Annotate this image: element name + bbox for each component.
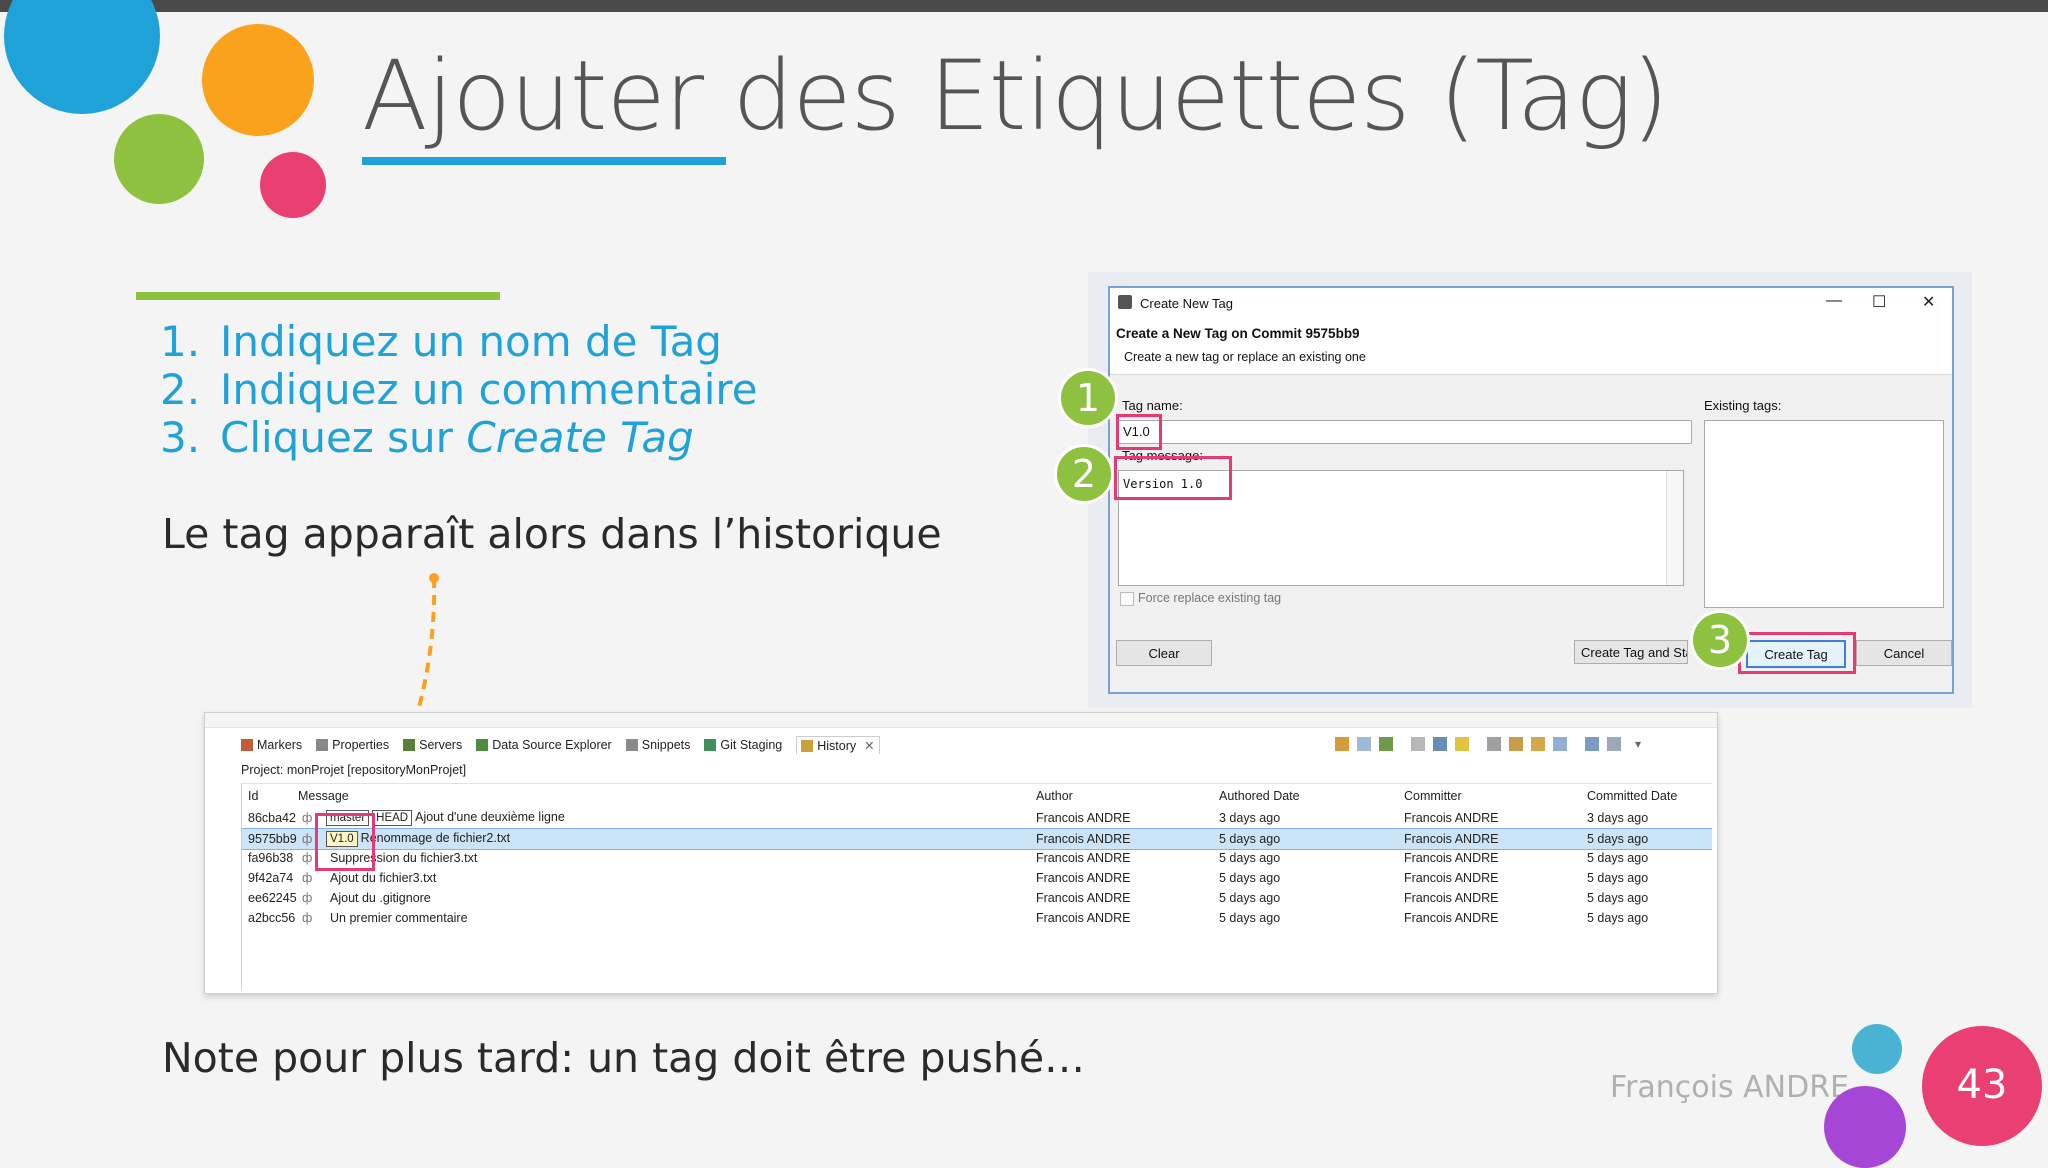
table-row[interactable]: 9575bb9 ф V1.0 Renommage de fichier2.txt … <box>242 828 1712 850</box>
force-replace-label: Force replace existing tag <box>1138 591 1282 605</box>
author-footer: François ANDRE <box>1610 1070 1850 1105</box>
snippets-icon <box>625 739 638 751</box>
history-toolbar: ▾ <box>1335 737 1641 751</box>
search-icon[interactable] <box>1433 737 1447 751</box>
step-3: 3. Cliquez sur Create Tag <box>160 413 694 462</box>
decor-circle-green <box>114 114 204 204</box>
tab-data-source-explorer[interactable]: Data Source Explorer <box>476 738 612 752</box>
horizontal-scrollbar[interactable] <box>205 713 1717 728</box>
compare-icon[interactable] <box>1379 737 1393 751</box>
page-number: 43 <box>1956 1062 2008 1108</box>
table-row[interactable]: fa96b38 ф Suppression du fichier3.txt Fr… <box>242 848 1712 868</box>
view-tab-bar: Markers Properties Servers Data Source E… <box>241 735 880 755</box>
table-row[interactable]: a2bcc56 ф Un premier commentaire Francoi… <box>242 908 1712 928</box>
slide-title: Ajouter des Etiquettes (Tag) <box>362 40 1669 152</box>
col-message[interactable]: Message <box>298 789 349 803</box>
col-author[interactable]: Author <box>1036 789 1073 803</box>
refresh-icon[interactable] <box>1411 737 1425 751</box>
table-row[interactable]: 86cba42 ф master HEAD Ajout d'une deuxième… <box>242 808 1712 828</box>
git-staging-icon <box>704 739 717 751</box>
dialog-heading: Create a New Tag on Commit 9575bb9 <box>1116 326 1360 341</box>
history-panel: Markers Properties Servers Data Source E… <box>204 712 1718 994</box>
highlight-tag-message <box>1114 456 1232 500</box>
force-replace-checkbox[interactable] <box>1120 592 1134 606</box>
section-divider <box>136 292 500 300</box>
highlight-tag-in-history <box>315 813 375 871</box>
layout-icon[interactable] <box>1585 737 1599 751</box>
head-label: HEAD <box>372 810 413 826</box>
dialog-subheading: Create a new tag or replace an existing … <box>1124 350 1366 364</box>
step-1: 1. Indiquez un nom de Tag <box>160 317 722 366</box>
title-underline <box>362 157 726 165</box>
create-tag-and-start-button[interactable]: Create Tag and Start <box>1574 640 1688 664</box>
minimize-icon[interactable]: — <box>1826 292 1842 310</box>
decor-circle-purple <box>1824 1086 1906 1168</box>
branch-icon[interactable] <box>1509 737 1523 751</box>
cancel-button[interactable]: Cancel <box>1856 640 1952 666</box>
dialog-window-title: Create New Tag <box>1140 296 1233 311</box>
properties-icon <box>316 739 329 751</box>
settings-icon[interactable] <box>1607 737 1621 751</box>
step-badge-1: 1 <box>1058 368 1118 428</box>
step-badge-2: 2 <box>1054 444 1114 504</box>
show-all-icon[interactable] <box>1487 737 1501 751</box>
table-row[interactable]: 9f42a74 ф Ajout du fichier3.txt Francois… <box>242 868 1712 888</box>
existing-tags-list[interactable] <box>1704 420 1944 608</box>
project-line: Project: monProjet [repositoryMonProjet] <box>241 763 467 777</box>
filter-icon[interactable] <box>1357 737 1371 751</box>
existing-tags-label: Existing tags: <box>1704 398 1782 413</box>
decor-circle-blue <box>4 0 160 114</box>
servers-icon <box>403 739 416 751</box>
col-authored-date[interactable]: Authored Date <box>1219 789 1300 803</box>
highlight-tag-name <box>1116 414 1162 450</box>
repository-icon[interactable] <box>1455 737 1469 751</box>
markers-icon <box>241 739 253 751</box>
tag-appears-text: Le tag apparaît alors dans l’historique <box>162 510 942 558</box>
tag-name-field[interactable]: V1.0 <box>1118 420 1692 444</box>
dialog-header: Create a New Tag on Commit 9575bb9 Creat… <box>1110 318 1952 375</box>
decor-circle-lightblue <box>1852 1024 1902 1074</box>
tag-icon[interactable] <box>1531 737 1545 751</box>
toggle-icon[interactable] <box>1553 737 1567 751</box>
table-header-row: Id Message Author Authored Date Committe… <box>242 786 1712 806</box>
clear-button[interactable]: Clear <box>1116 640 1212 666</box>
create-tag-dialog: Create New Tag — ☐ ✕ Create a New Tag on… <box>1108 286 1954 694</box>
app-icon <box>1118 295 1132 309</box>
dialog-titlebar: Create New Tag — ☐ ✕ <box>1110 288 1952 318</box>
maximize-icon[interactable]: ☐ <box>1872 292 1886 312</box>
steps-list: 1. Indiquez un nom de Tag 2. Indiquez un c… <box>160 318 758 462</box>
link-icon[interactable] <box>1335 737 1349 751</box>
chevron-down-icon[interactable]: ▾ <box>1635 737 1641 751</box>
close-tab-icon[interactable]: ✕ <box>864 738 874 753</box>
message-scrollbar[interactable] <box>1666 471 1683 585</box>
table-row[interactable]: ee62245 ф Ajout du .gitignore Francois A… <box>242 888 1712 908</box>
highlight-create-tag <box>1738 632 1856 674</box>
col-committer[interactable]: Committer <box>1404 789 1462 803</box>
top-bar <box>0 0 2048 12</box>
col-committed-date[interactable]: Committed Date <box>1587 789 1677 803</box>
history-icon <box>801 739 814 752</box>
tag-name-label: Tag name: <box>1122 398 1183 413</box>
note-text: Note pour plus tard: un tag doit être pu… <box>162 1034 1086 1082</box>
step-badge-3: 3 <box>1690 610 1750 670</box>
decor-circle-pink <box>260 152 326 218</box>
tab-history[interactable]: History ✕ <box>796 736 880 754</box>
col-id[interactable]: Id <box>248 789 258 803</box>
step-2: 2. Indiquez un commentaire <box>160 365 758 414</box>
tab-properties[interactable]: Properties <box>316 738 389 752</box>
tab-markers[interactable]: Markers <box>241 738 302 752</box>
close-icon[interactable]: ✕ <box>1922 292 1935 312</box>
tab-snippets[interactable]: Snippets <box>625 738 690 752</box>
history-table: Id Message Author Authored Date Committe… <box>241 783 1712 990</box>
decor-circle-orange <box>202 24 314 136</box>
database-icon <box>476 739 489 751</box>
tab-servers[interactable]: Servers <box>403 738 462 752</box>
tab-git-staging[interactable]: Git Staging <box>704 738 782 752</box>
